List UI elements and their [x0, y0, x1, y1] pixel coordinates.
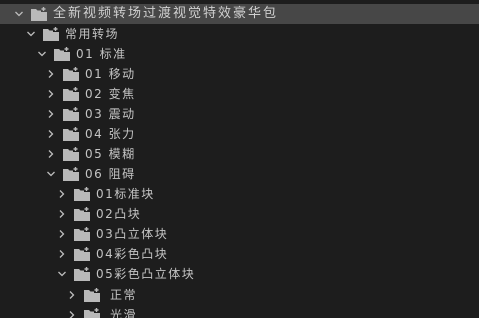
tree-row-l4[interactable]: 05彩色凸立体块 [0, 264, 479, 284]
bin-folder-icon [63, 67, 79, 81]
chevron-down-icon[interactable] [57, 264, 67, 284]
chevron-right-icon[interactable] [57, 244, 67, 264]
chevron-right-icon[interactable] [57, 204, 67, 224]
chevron-down-icon[interactable] [14, 4, 24, 24]
tree-label: 02凸块 [96, 207, 142, 221]
bin-folder-icon [63, 167, 79, 181]
chevron-right-icon[interactable] [57, 224, 67, 244]
bin-folder-icon [74, 247, 90, 261]
tree-row-l3[interactable]: 04 张力 [0, 124, 479, 144]
bin-folder-icon [63, 107, 79, 121]
chevron-right-icon[interactable] [67, 285, 77, 305]
bin-folder-icon [74, 227, 90, 241]
chevron-right-icon[interactable] [46, 64, 56, 84]
tree-label: 01 移动 [85, 67, 136, 81]
chevron-right-icon[interactable] [67, 305, 77, 318]
tree-row-l4[interactable]: 01标准块 [0, 184, 479, 204]
tree-label: 光滑 [110, 308, 138, 318]
tree-label: 01标准块 [96, 187, 155, 201]
tree-row-l3[interactable]: 06 阻碍 [0, 164, 479, 184]
chevron-right-icon[interactable] [57, 184, 67, 204]
tree-label: 全新视频转场过渡视觉特效豪华包 [53, 6, 279, 21]
tree-label: 正常 [110, 288, 138, 302]
bin-folder-icon [63, 127, 79, 141]
tree-label: 03凸立体块 [96, 227, 169, 241]
bin-folder-icon [74, 267, 90, 281]
bin-folder-icon [63, 147, 79, 161]
tree-row-l4[interactable]: 02凸块 [0, 204, 479, 224]
tree-label: 06 阻碍 [85, 167, 136, 181]
chevron-right-icon[interactable] [46, 84, 56, 104]
chevron-down-icon[interactable] [26, 24, 36, 44]
chevron-right-icon[interactable] [46, 104, 56, 124]
bin-folder-icon [74, 207, 90, 221]
tree-row-l3[interactable]: 05 模糊 [0, 144, 479, 164]
tree-label: 02 变焦 [85, 87, 136, 101]
tree-label: 04彩色凸块 [96, 247, 169, 261]
tree-row-l2[interactable]: 01 标准 [0, 44, 479, 64]
bin-folder-icon [54, 47, 70, 61]
tree-row-l3[interactable]: 02 变焦 [0, 84, 479, 104]
chevron-down-icon[interactable] [46, 164, 56, 184]
tree-row-l3[interactable]: 03 震动 [0, 104, 479, 124]
tree-row-l4[interactable]: 03凸立体块 [0, 224, 479, 244]
tree-label: 05 模糊 [85, 147, 136, 161]
tree-label: 01 标准 [76, 47, 127, 61]
bin-folder-icon [74, 187, 90, 201]
tree-row-l5[interactable]: 正常 [0, 285, 479, 305]
bin-folder-icon [31, 7, 47, 21]
bin-folder-icon [84, 308, 100, 318]
tree-row-l4[interactable]: 04彩色凸块 [0, 244, 479, 264]
tree-label: 04 张力 [85, 127, 136, 141]
tree-row-l1[interactable]: 常用转场 [0, 24, 479, 44]
project-bin-tree: 全新视频转场过渡视觉特效豪华包 常用转场 01 标准 01 移动 02 变焦 0… [0, 0, 479, 318]
bin-folder-icon [84, 288, 100, 302]
tree-label: 05彩色凸立体块 [96, 267, 196, 281]
tree-row-l5[interactable]: 光滑 [0, 305, 479, 318]
chevron-right-icon[interactable] [46, 144, 56, 164]
tree-row-l3[interactable]: 01 移动 [0, 64, 479, 84]
chevron-right-icon[interactable] [46, 124, 56, 144]
chevron-down-icon[interactable] [37, 44, 47, 64]
tree-row-root[interactable]: 全新视频转场过渡视觉特效豪华包 [0, 4, 479, 24]
tree-label: 03 震动 [85, 107, 136, 121]
bin-folder-icon [63, 87, 79, 101]
bin-folder-icon [43, 27, 59, 41]
tree-label: 常用转场 [65, 27, 120, 41]
